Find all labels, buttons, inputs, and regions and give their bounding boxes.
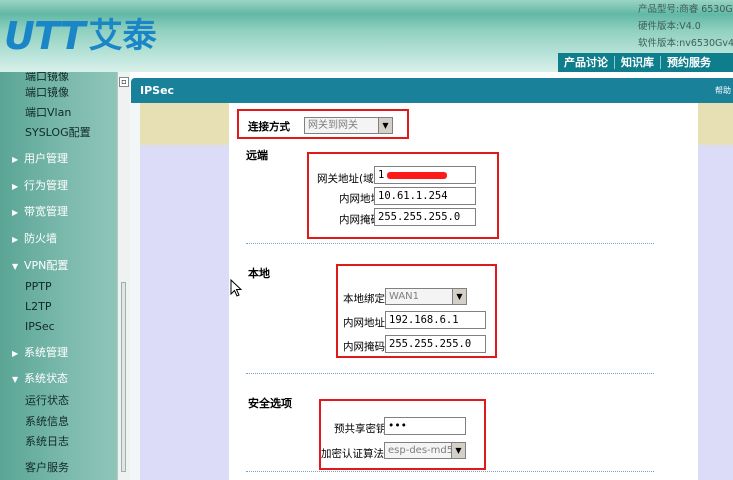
ipsec-form: 连接方式 网关到网关 ▼ 远端 网关地址(域名) 1 内网地址 10.61.1.…: [229, 103, 698, 480]
sidebar-item-label: 端口Vlan: [25, 106, 72, 119]
top-nav: 产品讨论 知识库 预约服务: [558, 53, 733, 72]
nav-knowledge-base[interactable]: 知识库: [615, 56, 661, 69]
product-info: 产品型号:商睿 6530G 硬件版本:V4.0 软件版本:nv6530Gv4r2…: [638, 1, 733, 52]
sidebar-item-pptp[interactable]: PPTP: [0, 278, 117, 296]
section-divider: [246, 471, 654, 472]
hardware-version: 硬件版本:V4.0: [638, 21, 701, 32]
chevron-right-icon: ▶: [12, 155, 19, 164]
sidebar-item-port-vlan[interactable]: 端口Vlan: [0, 104, 117, 122]
chevron-right-icon: ▶: [12, 349, 19, 358]
sidebar-item-label: 防火墙: [24, 232, 57, 245]
panel-title-text: IPSec: [140, 84, 175, 97]
highlight-box-security: [319, 399, 486, 470]
sidebar-item-vpn-config[interactable]: ▼ VPN配置: [0, 257, 117, 275]
sidebar-item-bandwidth-management[interactable]: ▶ 带宽管理: [0, 203, 117, 221]
sidebar-item-label: 系统管理: [24, 346, 68, 359]
sidebar-item-firewall[interactable]: ▶ 防火墙: [0, 230, 117, 248]
panel-margin-right: [698, 103, 733, 480]
sidebar-item-system-log[interactable]: 系统日志: [0, 433, 117, 451]
panel-margin-left: [140, 103, 229, 480]
chevron-right-icon: ▶: [12, 208, 19, 217]
sidebar-item-user-management[interactable]: ▶ 用户管理: [0, 150, 117, 168]
sidebar-item-label: 运行状态: [25, 394, 69, 407]
section-divider: [246, 243, 654, 244]
sidebar-item-label: 客户服务: [25, 461, 69, 474]
section-divider: [246, 373, 654, 374]
nav-appointment[interactable]: 预约服务: [661, 56, 717, 69]
sidebar-item-system-management[interactable]: ▶ 系统管理: [0, 344, 117, 362]
chevron-right-icon: ▶: [12, 182, 19, 191]
sidebar-item-port-mirror-2[interactable]: 端口镜像: [0, 84, 117, 102]
sidebar-item-label: SYSLOG配置: [25, 126, 91, 139]
nav-product-discussion[interactable]: 产品讨论: [558, 56, 615, 69]
sidebar-item-label: 行为管理: [24, 179, 68, 192]
highlight-box-local: [336, 264, 497, 358]
highlight-box-connection: [237, 109, 409, 139]
sidebar-item-label: 端口镜像: [25, 72, 69, 83]
sidebar-item-system-status[interactable]: ▼ 系统状态: [0, 370, 117, 388]
sidebar-item-label: 系统信息: [25, 415, 69, 428]
chevron-right-icon: ▶: [12, 235, 19, 244]
sidebar-item-running-status[interactable]: 运行状态: [0, 392, 117, 410]
highlight-box-remote: [307, 152, 499, 239]
sidebar-item-label: VPN配置: [24, 259, 69, 272]
sidebar-item-label: 端口镜像: [25, 86, 69, 99]
help-link[interactable]: 帮助: [715, 78, 731, 103]
header: UTT 艾泰 产品型号:商睿 6530G 硬件版本:V4.0 软件版本:nv65…: [0, 0, 733, 72]
utt-logo[interactable]: UTT 艾泰: [4, 12, 157, 56]
logo-text: 艾泰: [88, 16, 157, 56]
sidebar-item-label: 系统日志: [25, 435, 69, 448]
sidebar-item-customer-service[interactable]: 客户服务: [0, 459, 117, 477]
panel-title: IPSec 帮助: [131, 78, 733, 103]
sidebar-item-label: L2TP: [25, 300, 52, 313]
chevron-down-icon: ▼: [12, 375, 19, 384]
remote-section-title: 远端: [246, 149, 268, 162]
panel-edge: [130, 103, 140, 480]
logo-mark: UTT: [4, 14, 86, 58]
scrollbar[interactable]: [121, 282, 126, 472]
sidebar-item-ipsec[interactable]: IPSec: [0, 318, 117, 336]
sidebar-item-system-info[interactable]: 系统信息: [0, 413, 117, 431]
software-version: 软件版本:nv6530Gv4r2.5.0: [638, 38, 733, 49]
sidebar-item-label: 系统状态: [24, 372, 68, 385]
sidebar-item-label: IPSec: [25, 320, 55, 333]
sidebar-item-label: 用户管理: [24, 152, 68, 165]
sidebar-item-behavior-management[interactable]: ▶ 行为管理: [0, 177, 117, 195]
sidebar-splitter[interactable]: ▫: [117, 72, 130, 480]
local-section-title: 本地: [248, 267, 270, 280]
security-section-title: 安全选项: [248, 397, 292, 410]
sidebar: 端口镜像 端口镜像 端口Vlan SYSLOG配置 ▶ 用户管理 ▶ 行为管理 ▶ 带…: [0, 72, 117, 480]
sidebar-item-l2tp[interactable]: L2TP: [0, 298, 117, 316]
sidebar-item-syslog[interactable]: SYSLOG配置: [0, 124, 117, 142]
sidebar-item-label: 带宽管理: [24, 205, 68, 218]
mouse-cursor-icon: [230, 279, 242, 297]
sidebar-item-label: PPTP: [25, 280, 52, 293]
chevron-down-icon: ▼: [12, 262, 19, 271]
product-model: 产品型号:商睿 6530G: [638, 4, 733, 15]
collapse-icon[interactable]: ▫: [119, 77, 129, 87]
